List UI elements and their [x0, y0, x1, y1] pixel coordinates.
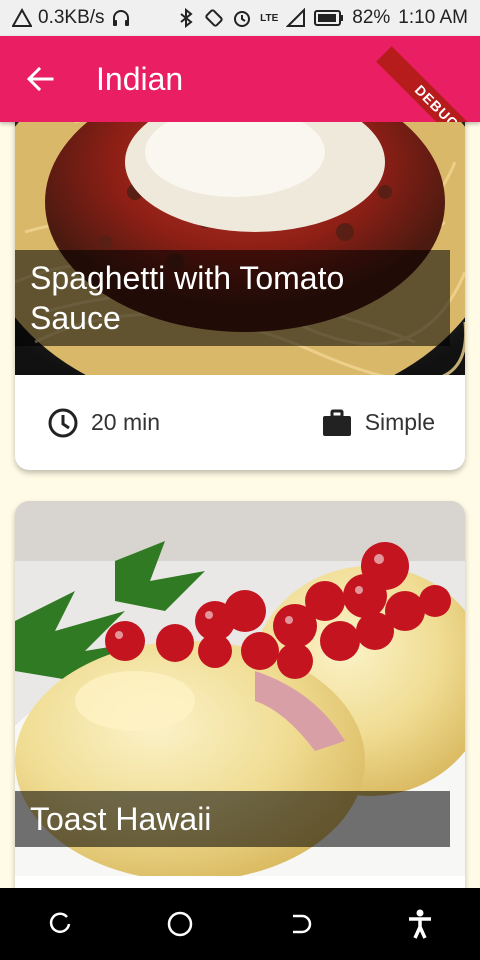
warning-triangle-icon: [12, 8, 32, 27]
meal-image: Toast Hawaii: [15, 501, 465, 888]
arrow-back-icon: [26, 66, 54, 92]
briefcase-icon: [322, 409, 351, 436]
home-button[interactable]: [160, 904, 200, 944]
data-speed: 0.3KB/s: [38, 7, 105, 28]
duration-text: 20 min: [91, 409, 161, 435]
complexity-text: Simple: [364, 409, 435, 435]
alarm-icon: [234, 11, 251, 27]
system-nav-bar: [0, 888, 480, 960]
meal-list[interactable]: Spaghetti with Tomato Sauce 20 min Simpl…: [0, 122, 480, 888]
page-title: Indian: [96, 60, 184, 97]
system-back-button[interactable]: [280, 904, 320, 944]
meal-meta-row: 20 min Simple: [15, 375, 465, 470]
bluetooth-icon: [180, 8, 193, 28]
meal-title: Spaghetti with Tomato Sauce: [15, 250, 450, 346]
network-type: LTE: [260, 12, 279, 24]
meal-image: Spaghetti with Tomato Sauce: [15, 122, 465, 412]
headset-icon: [112, 10, 129, 26]
signal-icon: [286, 8, 306, 27]
battery-icon: [314, 10, 344, 26]
accessibility-button[interactable]: [400, 904, 440, 944]
duration-info: 20 min: [47, 407, 160, 439]
debug-banner: DEBUG: [376, 46, 480, 122]
home-icon: [167, 911, 193, 937]
complexity-info: Simple: [321, 407, 435, 439]
app-bar: Indian DEBUG: [0, 36, 480, 122]
clock-icon: [48, 408, 78, 437]
status-bar: 0.3KB/s LTE 82% 1:10 AM: [0, 0, 480, 36]
back-icon: [293, 914, 312, 934]
meal-card[interactable]: Toast Hawaii: [15, 501, 465, 888]
accessibility-icon: [409, 909, 431, 939]
battery-level: 82%: [352, 7, 391, 28]
recents-button[interactable]: [40, 904, 80, 944]
meal-card[interactable]: Spaghetti with Tomato Sauce 20 min Simpl…: [15, 122, 465, 470]
rotation-lock-icon: [205, 9, 223, 27]
recents-icon: [49, 912, 71, 933]
back-button[interactable]: [12, 51, 68, 107]
meal-title: Toast Hawaii: [15, 791, 450, 847]
clock: 1:10 AM: [398, 7, 468, 28]
